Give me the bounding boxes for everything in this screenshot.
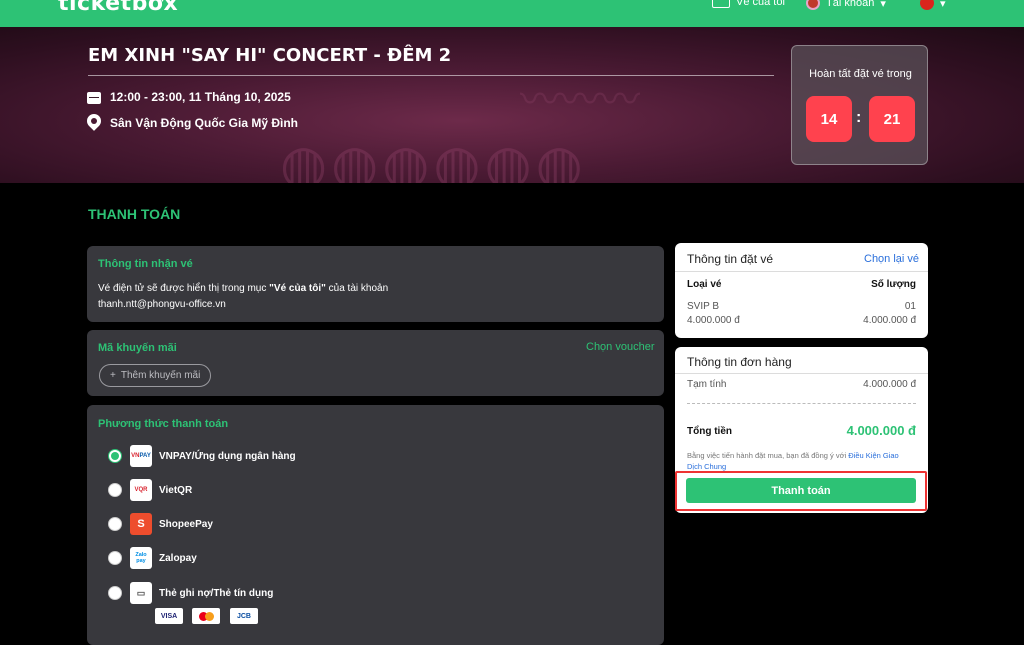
location-pin-icon: [87, 114, 101, 132]
total-label: Tổng tiền: [687, 426, 732, 437]
ticket-price: 4.000.000 đ: [687, 315, 740, 326]
chevron-down-icon: ▾: [940, 0, 946, 10]
chevron-down-icon: ▾: [880, 0, 886, 10]
dashed-divider: [687, 403, 916, 404]
subtotal-value: 4.000.000 đ: [863, 379, 916, 390]
recipient-info-card: Thông tin nhận vé Vé điện tử sẽ được hiể…: [87, 246, 664, 322]
recipient-description: Vé điện tử sẽ được hiển thị trong mục "V…: [98, 283, 388, 294]
booking-info-panel: Thông tin đặt vé Chọn lại vé Loại vé Số …: [675, 243, 928, 338]
total-value: 4.000.000 đ: [846, 423, 916, 438]
zalopay-logo-icon: Zalo pay: [130, 547, 152, 569]
chevron-down-icon[interactable]: ▾: [160, 0, 165, 5]
payment-option-shopeepay[interactable]: S ShopeePay: [108, 513, 213, 535]
event-banner: 〰〰〰 ◍◍◍◍◍◍ EM XINH "SAY HI" CONCERT - ĐÊ…: [0, 27, 1024, 183]
payment-option-label: ShopeePay: [159, 518, 213, 530]
radio-button-selected[interactable]: [108, 449, 122, 463]
shopeepay-logo-icon: S: [130, 513, 152, 535]
vietnam-flag-icon: [920, 0, 934, 10]
radio-button[interactable]: [108, 586, 122, 600]
radio-button[interactable]: [108, 517, 122, 531]
avatar: [806, 0, 820, 10]
event-venue: Sân Vận Động Quốc Gia Mỹ Đình: [110, 116, 299, 130]
my-tickets-label: Vé của tôi: [736, 0, 785, 8]
payment-option-label: VNPAY/Ứng dụng ngân hàng: [159, 450, 296, 462]
page-title: THANH TOÁN: [88, 206, 181, 222]
ticket-subtotal: 4.000.000 đ: [863, 315, 916, 326]
ticket-quantity: 01: [904, 301, 916, 312]
timer-label: Hoàn tất đặt vé trong: [809, 68, 912, 80]
order-info-title: Thông tin đơn hàng: [687, 355, 792, 369]
add-promo-button[interactable]: + Thêm khuyến mãi: [99, 364, 212, 387]
ticket-icon: [712, 0, 730, 8]
add-promo-label: Thêm khuyến mãi: [120, 370, 201, 381]
mastercard-logo-icon: [192, 608, 220, 624]
account-menu[interactable]: Tài khoản ▾: [806, 0, 886, 10]
radio-button[interactable]: [108, 483, 122, 497]
top-nav: ticketbox ▾ Vé của tôi Tài khoản ▾ ▾: [0, 0, 1024, 27]
recipient-email: thanh.ntt@phongvu-office.vn: [98, 299, 226, 310]
my-tickets-link[interactable]: Vé của tôi: [712, 0, 785, 8]
terms-notice: Bằng việc tiến hành đặt mua, bạn đã đồng…: [687, 450, 915, 472]
choose-voucher-link[interactable]: Chọn voucher: [586, 341, 655, 353]
radio-button[interactable]: [108, 551, 122, 565]
calendar-icon: [87, 90, 101, 104]
account-label: Tài khoản: [826, 0, 875, 9]
subtotal-label: Tạm tính: [687, 379, 727, 390]
countdown-timer: Hoàn tất đặt vé trong 14 : 21: [791, 45, 928, 165]
vnpay-logo-icon: VN PAY: [130, 445, 152, 467]
visa-logo-icon: VISA: [155, 608, 183, 624]
divider: [675, 373, 928, 374]
banner-background-art: ◍◍◍◍◍◍: [280, 132, 587, 183]
payment-option-label: Zalopay: [159, 552, 197, 564]
event-datetime-row: 12:00 - 23:00, 11 Tháng 10, 2025: [87, 90, 291, 104]
reselect-ticket-link[interactable]: Chọn lại vé: [864, 253, 919, 265]
recipient-heading: Thông tin nhận vé: [98, 258, 193, 270]
event-datetime: 12:00 - 23:00, 11 Tháng 10, 2025: [110, 90, 291, 104]
divider: [675, 271, 928, 272]
plus-icon: +: [110, 370, 116, 381]
payment-option-vietqr[interactable]: VQR VietQR: [108, 479, 192, 501]
payment-option-card[interactable]: ▭ Thẻ ghi nợ/Thẻ tín dụng: [108, 582, 273, 604]
checkout-pay-button[interactable]: Thanh toán: [686, 478, 916, 503]
timer-seconds: 21: [869, 96, 915, 142]
promo-card: Mã khuyến mãi Chọn voucher + Thêm khuyến…: [87, 330, 664, 396]
promo-heading: Mã khuyến mãi: [98, 342, 177, 354]
quantity-header: Số lượng: [871, 279, 916, 290]
my-tickets-reference: "Vé của tôi": [269, 283, 326, 294]
payment-option-label: Thẻ ghi nợ/Thẻ tín dụng: [159, 587, 274, 599]
payment-option-label: VietQR: [159, 484, 193, 496]
ticket-type-header: Loại vé: [687, 279, 722, 290]
recipient-text: Vé điện tử sẽ được hiển thị trong mục: [98, 283, 270, 294]
payment-option-vnpay[interactable]: VN PAY VNPAY/Ứng dụng ngân hàng: [108, 445, 296, 467]
jcb-logo-icon: JCB: [230, 608, 258, 624]
payment-option-zalopay[interactable]: Zalo pay Zalopay: [108, 547, 197, 569]
timer-separator: :: [856, 109, 862, 126]
terms-text: Bằng việc tiến hành đặt mua, bạn đã đồng…: [687, 451, 849, 460]
vietqr-logo-icon: VQR: [130, 479, 152, 501]
recipient-text: của tài khoản: [325, 283, 389, 294]
title-divider: [88, 75, 774, 76]
event-title: EM XINH "SAY HI" CONCERT - ĐÊM 2: [88, 45, 452, 66]
booking-info-title: Thông tin đặt vé: [687, 252, 774, 266]
language-selector[interactable]: ▾: [920, 0, 946, 10]
event-venue-row: Sân Vận Động Quốc Gia Mỹ Đình: [87, 114, 298, 132]
timer-minutes: 14: [806, 96, 852, 142]
ticket-name: SVIP B: [687, 301, 720, 312]
credit-card-icon: ▭: [130, 582, 152, 604]
payment-heading: Phương thức thanh toán: [98, 418, 229, 430]
